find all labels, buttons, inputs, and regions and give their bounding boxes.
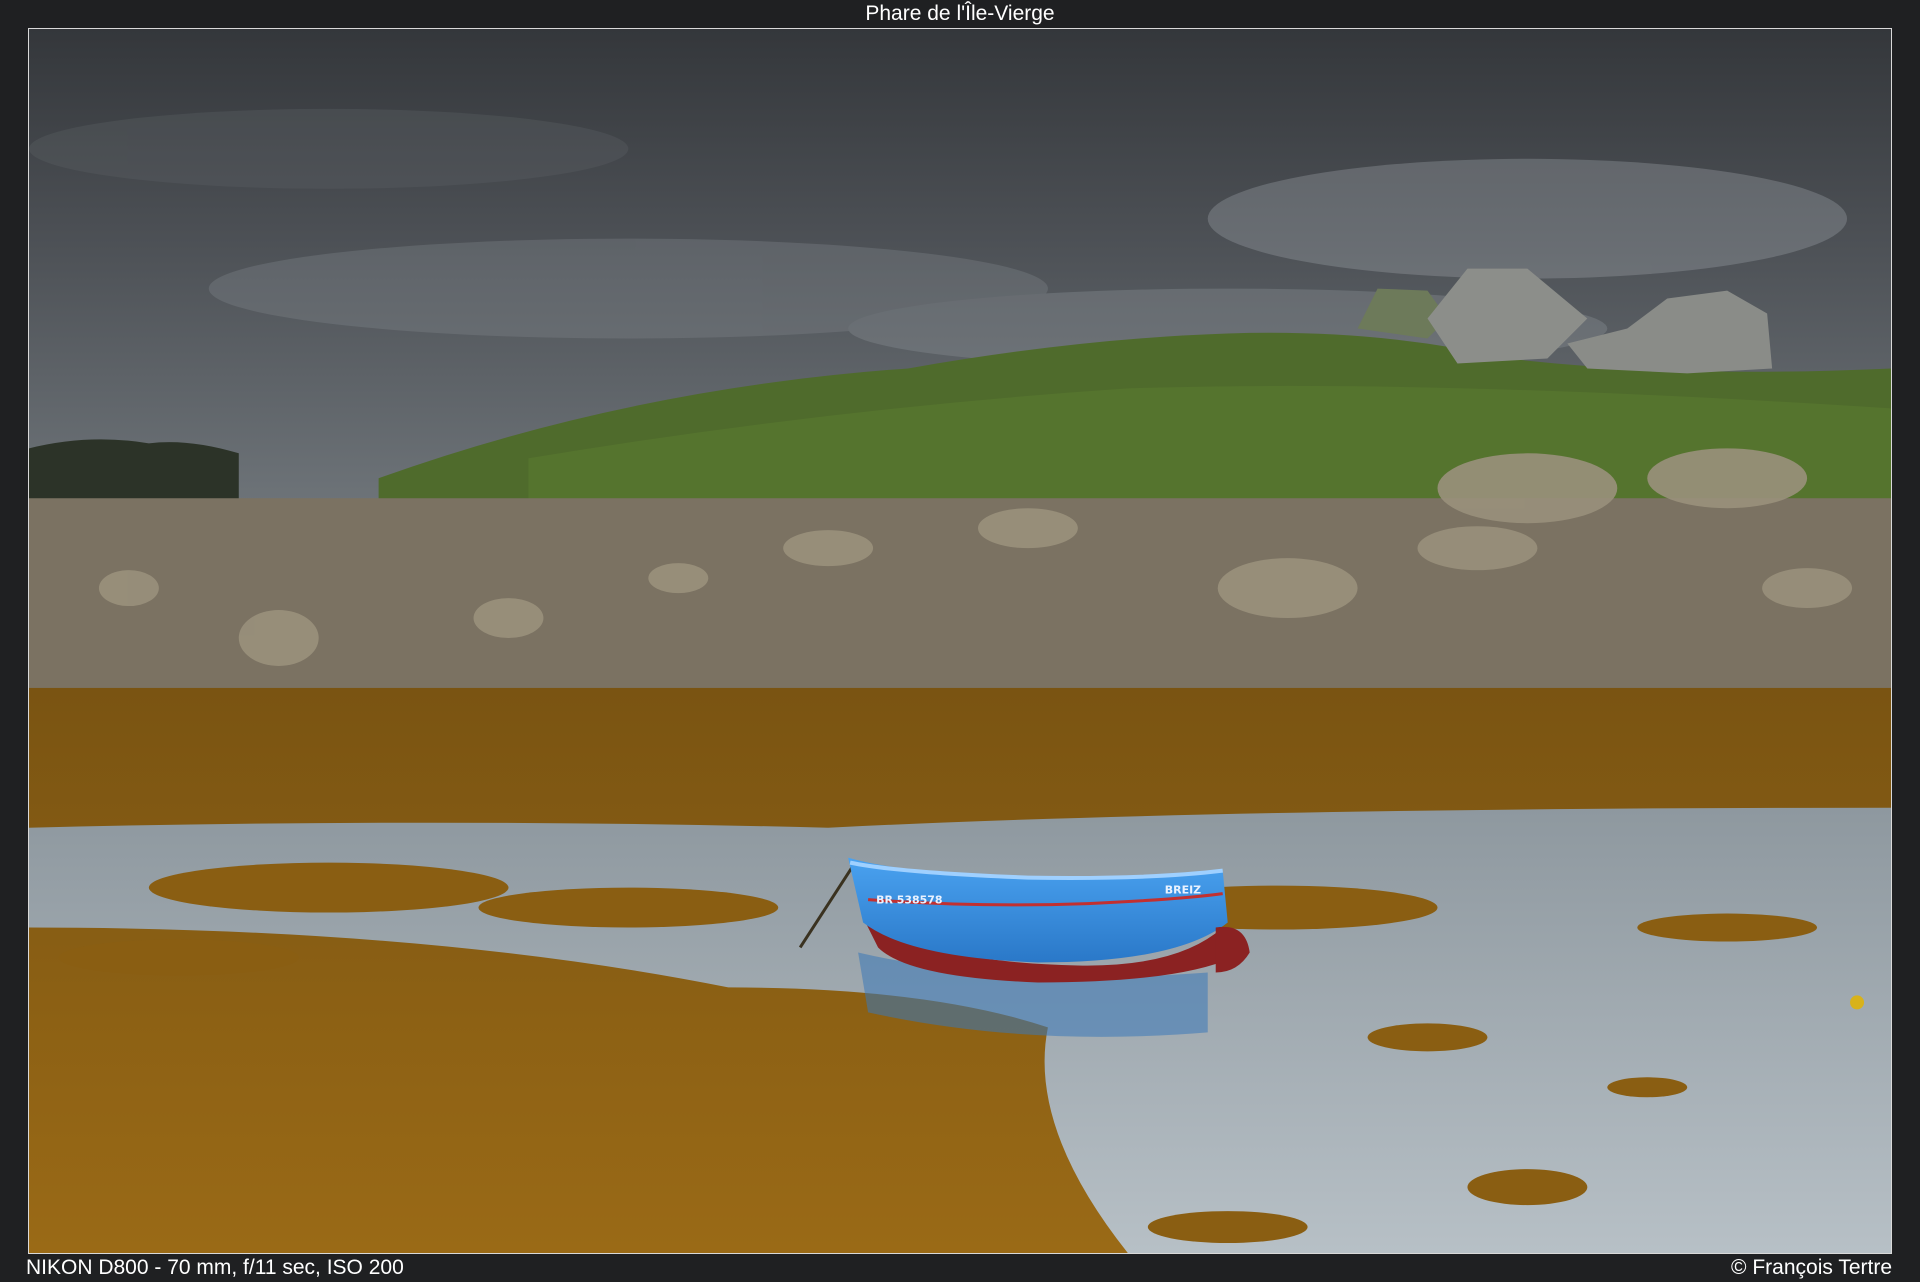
- boat-name: BREIZ: [1165, 884, 1201, 897]
- distant-trees: [29, 439, 239, 509]
- buoy: [1850, 995, 1865, 1010]
- landscape-photo: BR 538578 BREIZ: [28, 28, 1892, 1254]
- photo-title: Phare de l'Île-Vierge: [865, 2, 1055, 25]
- photo-canvas: BR 538578 BREIZ: [29, 29, 1891, 1253]
- copyright-caption: © François Tertre: [1731, 1256, 1892, 1279]
- exif-caption: NIKON D800 - 70 mm, f/11 sec, ISO 200: [26, 1256, 404, 1279]
- boat-registration: BR 538578: [876, 894, 942, 907]
